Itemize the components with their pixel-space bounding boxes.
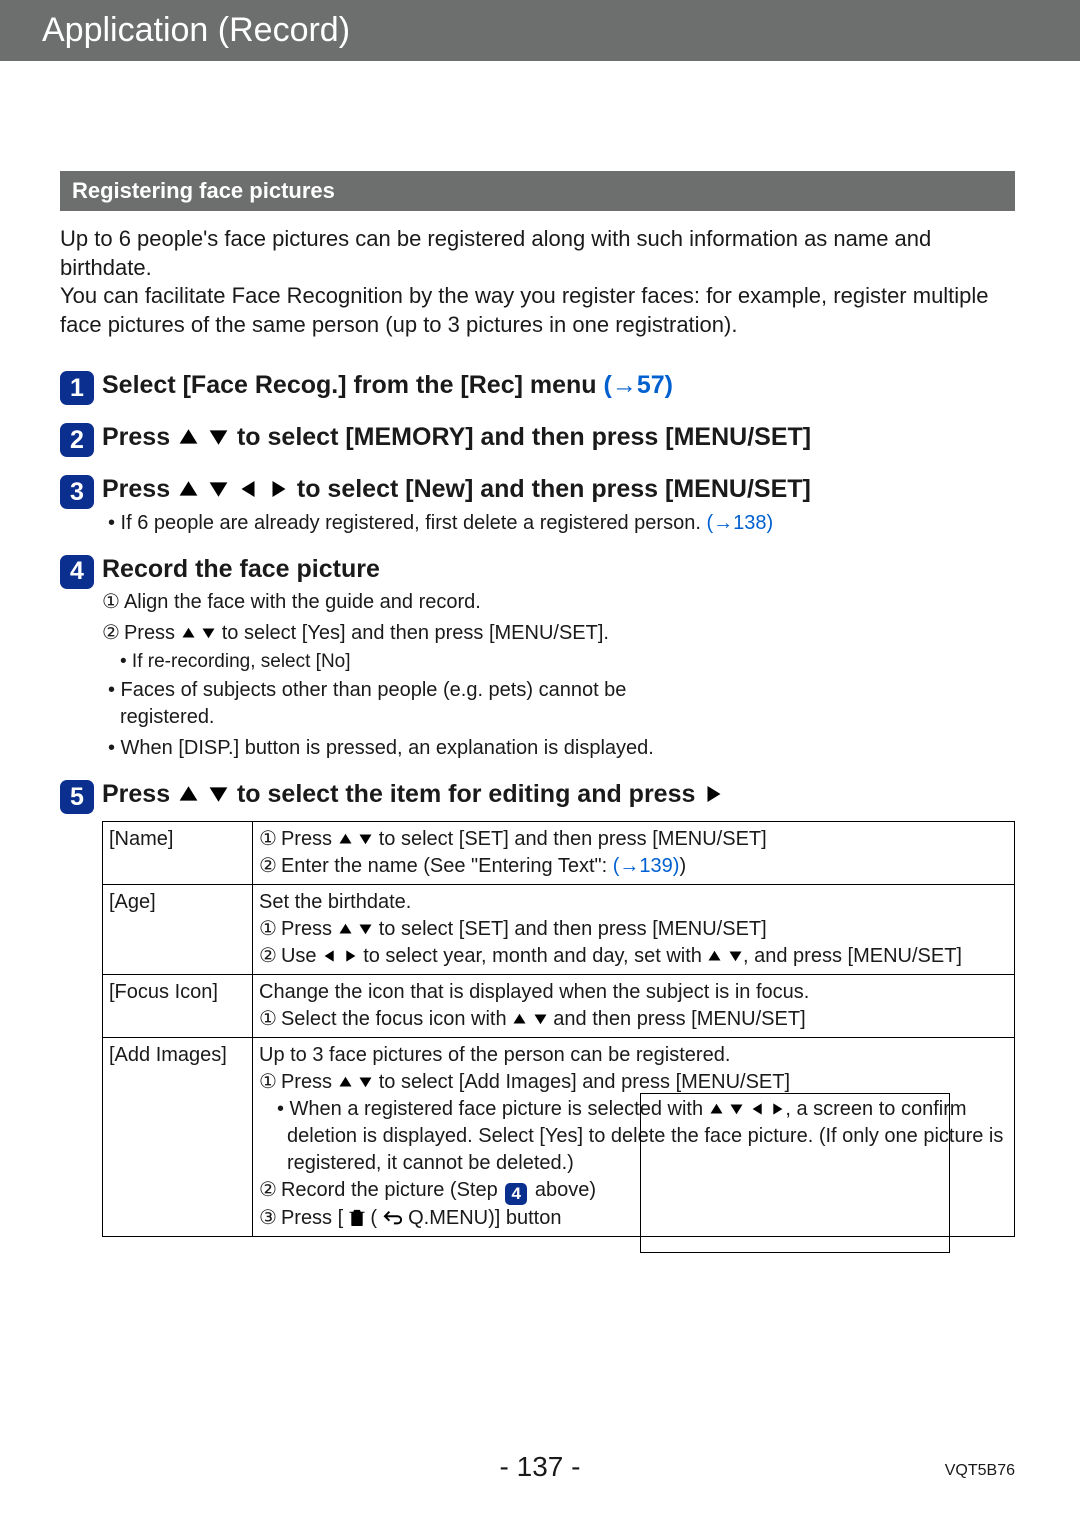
left-icon (322, 949, 337, 963)
step5-title-b: to select the item for editing and press (237, 780, 702, 808)
cell-addimg-label: [Add Images] (103, 1037, 253, 1236)
right-icon (343, 949, 358, 963)
up-icon (338, 1075, 353, 1089)
doc-code: VQT5B76 (945, 1462, 1015, 1480)
cell-age-label: [Age] (103, 884, 253, 974)
cell-focus-label: [Focus Icon] (103, 974, 253, 1037)
step4-b1: • Faces of subjects other than people (e… (102, 677, 685, 731)
step2-title-b: to select [MEMORY] and then press [MENU/… (237, 423, 811, 451)
down-icon (358, 832, 373, 846)
right-icon (267, 479, 290, 499)
up-icon (707, 949, 722, 963)
down-icon (533, 1012, 548, 1026)
step-number-icon: 2 (60, 423, 94, 457)
step-3: 3 Press to select [New] and then press [… (60, 473, 1015, 537)
table-row: [Name] ①Press to select [SET] and then p… (103, 821, 1015, 884)
up-icon (177, 427, 200, 447)
step4-1: Align the face with the guide and record… (124, 591, 481, 613)
down-icon (358, 922, 373, 936)
up-icon (512, 1012, 527, 1026)
step4-note: • If re-recording, select [No] (120, 651, 685, 673)
step-4: 4 Record the face picture ①Align the fac… (60, 553, 1015, 763)
up-icon (338, 922, 353, 936)
trash-icon (349, 1208, 365, 1227)
step-number-icon: 1 (60, 371, 94, 405)
breadcrumb-text: Application (Record) (42, 11, 350, 50)
face-guide-image (640, 1093, 950, 1253)
step4-b2: • When [DISP.] button is pressed, an exp… (102, 735, 685, 762)
step1-link[interactable]: (→57) (604, 371, 673, 399)
step3-sub: • If 6 people are already registered, fi… (108, 512, 706, 534)
intro-paragraph: Up to 6 people's face pictures can be re… (60, 225, 1015, 339)
down-icon (728, 949, 743, 963)
step-2: 2 Press to select [MEMORY] and then pres… (60, 421, 1015, 457)
return-icon (383, 1209, 403, 1227)
up-icon (177, 479, 200, 499)
down-icon (207, 479, 230, 499)
down-icon (358, 1075, 373, 1089)
table-row: [Age] Set the birthdate. ①Press to selec… (103, 884, 1015, 974)
down-icon (207, 784, 230, 804)
page-number: - 137 - (0, 1451, 1080, 1483)
step-number-icon: 4 (60, 555, 94, 589)
right-icon (702, 784, 725, 804)
down-icon (207, 427, 230, 447)
up-icon (338, 832, 353, 846)
section-title: Registering face pictures (60, 171, 1015, 211)
down-icon (201, 626, 216, 640)
step3-title-a: Press (102, 475, 177, 503)
inline-step-4-icon: 4 (505, 1183, 527, 1205)
step-number-icon: 3 (60, 475, 94, 509)
step3-title-b: to select [New] and then press [MENU/SET… (297, 475, 811, 503)
step3-link[interactable]: (→138) (706, 512, 773, 534)
step4-2a: Press (124, 622, 181, 644)
left-icon (237, 479, 260, 499)
step-1: 1 Select [Face Recog.] from the [Rec] me… (60, 369, 1015, 405)
link-139[interactable]: (→139) (613, 855, 680, 877)
table-row: [Focus Icon] Change the icon that is dis… (103, 974, 1015, 1037)
step5-title-a: Press (102, 780, 177, 808)
up-icon (181, 626, 196, 640)
up-icon (177, 784, 200, 804)
step4-2b: to select [Yes] and then press [MENU/SET… (222, 622, 609, 644)
step1-title: Select [Face Recog.] from the [Rec] menu (102, 371, 604, 399)
step-number-icon: 5 (60, 780, 94, 814)
breadcrumb-bar: Application (Record) (0, 0, 1080, 61)
step2-title-a: Press (102, 423, 177, 451)
step4-title: Record the face picture (102, 553, 685, 586)
cell-name-label: [Name] (103, 821, 253, 884)
